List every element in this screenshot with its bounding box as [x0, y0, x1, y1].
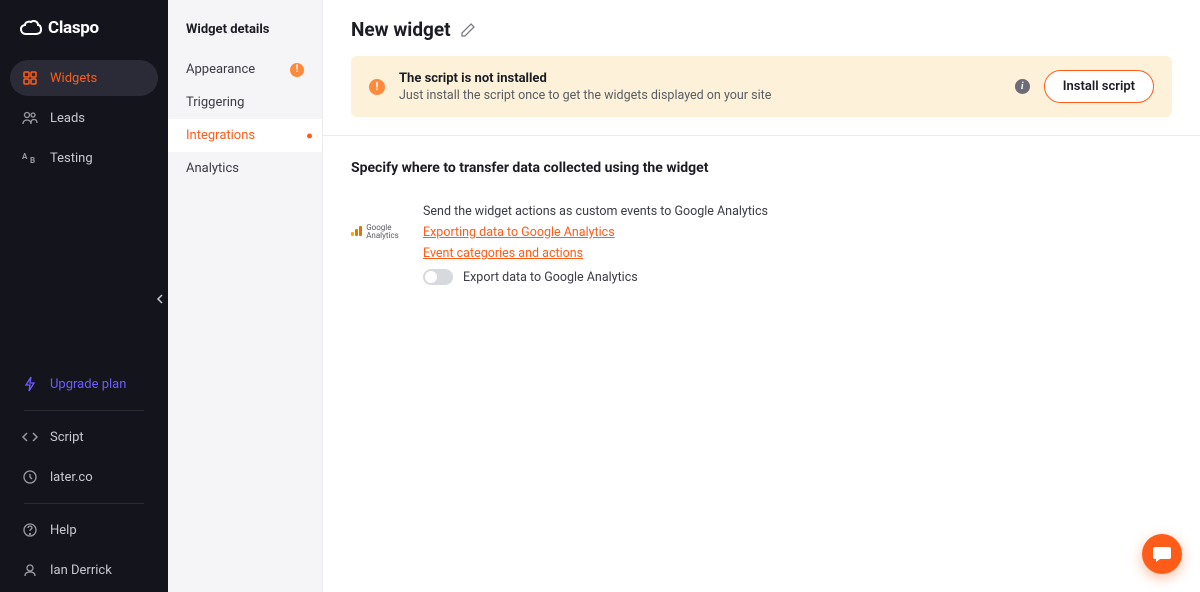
primary-sidebar: Claspo Widgets Leads AB Testing	[0, 0, 168, 592]
nav-label: Ian Derrick	[50, 563, 112, 578]
alert-description: Just install the script once to get the …	[399, 88, 1001, 103]
integrations-section: Specify where to transfer data collected…	[323, 136, 1200, 315]
sub-item-label: Triggering	[186, 95, 244, 110]
user-icon	[22, 562, 38, 578]
edit-title-icon[interactable]	[461, 22, 476, 37]
link-exporting-data[interactable]: Exporting data to Google Analytics	[423, 225, 615, 240]
sub-item-integrations[interactable]: Integrations	[168, 119, 322, 152]
nav-label: Leads	[50, 111, 85, 126]
chat-icon	[1152, 545, 1172, 563]
nav-group-bottom: Upgrade plan Script later.co Help	[0, 366, 168, 592]
page-header: New widget	[323, 0, 1200, 56]
svg-text:B: B	[30, 156, 35, 165]
sub-item-label: Analytics	[186, 161, 239, 176]
alert-text: The script is not installed Just install…	[399, 71, 1001, 103]
alert-icon: !	[369, 79, 385, 95]
google-analytics-logo: Google Analytics	[351, 204, 399, 240]
nav-label: Upgrade plan	[50, 377, 126, 392]
integration-description: Send the widget actions as custom events…	[423, 204, 1172, 219]
sub-item-appearance[interactable]: Appearance !	[168, 53, 322, 86]
nav-user[interactable]: Ian Derrick	[10, 552, 158, 588]
sub-item-triggering[interactable]: Triggering	[168, 86, 322, 119]
nav-label: Help	[50, 523, 77, 538]
lightning-icon	[22, 376, 38, 392]
divider	[24, 503, 144, 504]
sub-sidebar-title: Widget details	[168, 22, 322, 53]
collapse-sidebar-button[interactable]	[151, 290, 169, 308]
nav-help[interactable]: Help	[10, 512, 158, 548]
integration-google-analytics: Google Analytics Send the widget actions…	[351, 204, 1172, 291]
svg-text:A: A	[22, 152, 28, 161]
install-script-button[interactable]: Install script	[1044, 70, 1154, 103]
nav-domain[interactable]: later.co	[10, 459, 158, 495]
ga-bars-icon	[351, 226, 362, 236]
nav-group-top: Widgets Leads AB Testing	[0, 60, 168, 180]
sub-item-analytics[interactable]: Analytics	[168, 152, 322, 185]
help-icon	[22, 522, 38, 538]
nav-upgrade[interactable]: Upgrade plan	[10, 366, 158, 402]
nav-script[interactable]: Script	[10, 419, 158, 455]
code-icon	[22, 429, 38, 445]
sub-item-label: Appearance	[186, 62, 255, 77]
nav-leads[interactable]: Leads	[10, 100, 158, 136]
cloud-icon	[20, 20, 42, 36]
script-alert: ! The script is not installed Just insta…	[351, 56, 1172, 117]
integration-body: Send the widget actions as custom events…	[423, 204, 1172, 291]
nav-testing[interactable]: AB Testing	[10, 140, 158, 176]
chat-widget-button[interactable]	[1142, 534, 1182, 574]
ab-test-icon: AB	[22, 150, 38, 166]
nav-label: Script	[50, 430, 84, 445]
logo-text-2: Analytics	[366, 232, 399, 240]
nav-label: Widgets	[50, 71, 97, 86]
info-icon[interactable]: i	[1015, 79, 1030, 94]
page-title: New widget	[351, 18, 451, 41]
nav-label: later.co	[50, 470, 93, 485]
warning-badge-icon: !	[290, 63, 304, 77]
export-toggle[interactable]	[423, 269, 453, 285]
secondary-sidebar: Widget details Appearance ! Triggering I…	[168, 0, 323, 592]
main-content: New widget ! The script is not installed…	[323, 0, 1200, 592]
nav-widgets[interactable]: Widgets	[10, 60, 158, 96]
brand-name: Claspo	[48, 18, 99, 38]
brand-logo[interactable]: Claspo	[0, 0, 168, 60]
sub-item-label: Integrations	[186, 128, 255, 143]
link-event-categories[interactable]: Event categories and actions	[423, 246, 583, 261]
divider	[24, 410, 144, 411]
alert-title: The script is not installed	[399, 71, 1001, 86]
nav-label: Testing	[50, 151, 93, 166]
clock-icon	[22, 469, 38, 485]
toggle-label: Export data to Google Analytics	[463, 270, 638, 285]
people-icon	[22, 110, 38, 126]
grid-icon	[22, 70, 38, 86]
section-heading: Specify where to transfer data collected…	[351, 160, 1172, 176]
